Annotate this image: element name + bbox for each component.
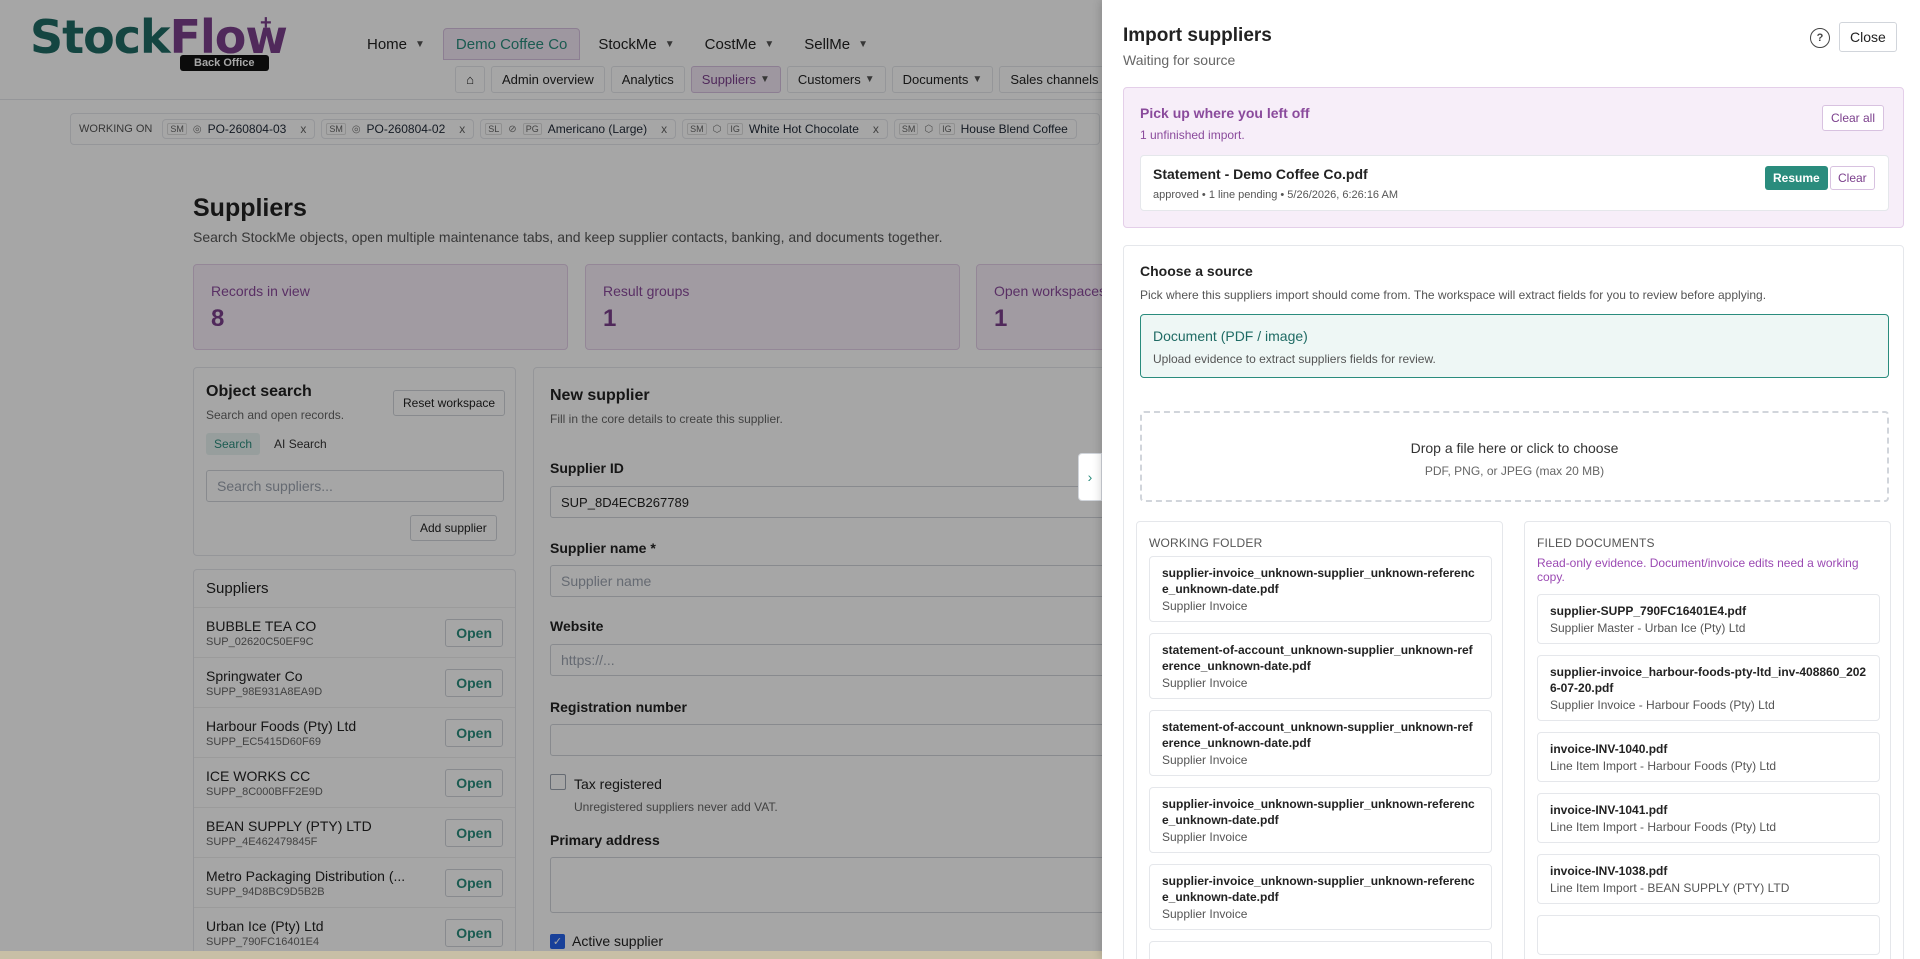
working-folder-doc[interactable]: supplier-invoice_unknown-supplier_unknow… [1149,864,1492,930]
choose-source-panel: Choose a source Pick where this supplier… [1123,245,1904,959]
drawer-status: Waiting for source [1123,52,1236,68]
resume-subtitle: 1 unfinished import. [1140,128,1245,142]
doc-name: invoice-INV-1038.pdf [1550,864,1668,878]
doc-name: invoice-INV-1040.pdf [1550,742,1668,756]
doc-name: statement-of-account_unknown-supplier_un… [1162,720,1473,750]
doc-name: supplier-invoice_unknown-supplier_unknow… [1162,874,1475,904]
unfinished-import-item: Statement - Demo Coffee Co.pdf approved … [1140,155,1889,211]
doc-type: Supplier Invoice [1162,676,1248,690]
choose-source-title: Choose a source [1140,263,1253,279]
choose-source-subtitle: Pick where this suppliers import should … [1140,288,1767,302]
doc-type: Line Item Import - Harbour Foods (Pty) L… [1550,759,1777,773]
close-button[interactable]: Close [1839,22,1897,52]
doc-name: supplier-invoice_unknown-supplier_unknow… [1162,566,1475,596]
doc-type: Line Item Import - Harbour Foods (Pty) L… [1550,820,1777,834]
doc-type: Line Item Import - BEAN SUPPLY (PTY) LTD [1550,881,1790,895]
source-option-subtitle: Upload evidence to extract suppliers fie… [1153,352,1436,366]
file-dropzone[interactable]: Drop a file here or click to choose PDF,… [1140,411,1889,502]
working-folder-doc[interactable]: statement-of-account_unknown-supplier_un… [1149,710,1492,776]
collapse-drawer-button[interactable]: › [1078,453,1102,501]
clear-import-button[interactable]: Clear [1830,166,1875,190]
doc-type: Supplier Master - Urban Ice (Pty) Ltd [1550,621,1746,635]
doc-type: Supplier Invoice [1162,599,1248,613]
doc-type: Supplier Invoice [1162,907,1248,921]
modal-backdrop[interactable] [0,0,1102,959]
filed-document[interactable]: invoice-INV-1038.pdf Line Item Import - B… [1537,854,1880,904]
doc-name: supplier-SUPP_790FC16401E4.pdf [1550,604,1747,618]
unfinished-import-file: Statement - Demo Coffee Co.pdf [1153,166,1368,182]
filed-document[interactable]: invoice-INV-1040.pdf Line Item Import - H… [1537,732,1880,782]
resume-panel: Pick up where you left off 1 unfinished … [1123,87,1904,228]
working-folder-doc[interactable]: supplier-invoice_unknown-supplier_unknow… [1149,787,1492,853]
app-root: StockFlow + Back Office Home ▼ Demo Coffe… [0,0,1920,959]
filed-document[interactable]: supplier-invoice_harbour-foods-pty-ltd_i… [1537,655,1880,721]
help-icon[interactable]: ? [1810,28,1830,48]
resume-title: Pick up where you left off [1140,105,1310,121]
doc-name: invoice-INV-1041.pdf [1550,803,1668,817]
filed-documents-title: FILED DOCUMENTS [1537,536,1655,550]
working-folder-doc[interactable]: supplier-invoice_unknown-supplier_unknow… [1149,556,1492,622]
import-suppliers-drawer: Import suppliers Waiting for source ? Cl… [1102,0,1920,959]
doc-type: Supplier Invoice - Harbour Foods (Pty) L… [1550,698,1775,712]
chevron-right-icon: › [1087,469,1093,485]
doc-type: Supplier Invoice [1162,753,1248,767]
doc-name: statement-of-account_unknown-supplier_un… [1162,643,1473,673]
doc-type: Supplier Invoice [1162,830,1248,844]
working-folder-doc[interactable] [1149,941,1492,959]
filed-document[interactable]: invoice-INV-1041.pdf Line Item Import - H… [1537,793,1880,843]
working-folder: WORKING FOLDER supplier-invoice_unknown-… [1136,521,1503,959]
filed-document[interactable] [1537,915,1880,955]
source-option-title: Document (PDF / image) [1153,328,1308,344]
bottom-strip [0,951,1102,959]
doc-name: supplier-invoice_unknown-supplier_unknow… [1162,797,1475,827]
resume-button[interactable]: Resume [1765,166,1828,190]
filed-documents: FILED DOCUMENTS Read-only evidence. Docu… [1524,521,1891,959]
filed-documents-note: Read-only evidence. Document/invoice edi… [1537,556,1859,584]
doc-name: supplier-invoice_harbour-foods-pty-ltd_i… [1550,665,1867,695]
unfinished-import-meta: approved • 1 line pending • 5/26/2026, 6… [1153,189,1398,201]
source-option-document[interactable]: Document (PDF / image) Upload evidence t… [1140,314,1889,378]
filed-document[interactable]: supplier-SUPP_790FC16401E4.pdf Supplier M… [1537,594,1880,644]
dropzone-title: Drop a file here or click to choose [1410,440,1619,456]
drawer-title: Import suppliers [1123,25,1272,46]
clear-all-button[interactable]: Clear all [1822,105,1885,131]
working-folder-doc[interactable]: statement-of-account_unknown-supplier_un… [1149,633,1492,699]
dropzone-subtitle: PDF, PNG, or JPEG (max 20 MB) [1424,464,1605,478]
working-folder-title: WORKING FOLDER [1149,536,1263,550]
